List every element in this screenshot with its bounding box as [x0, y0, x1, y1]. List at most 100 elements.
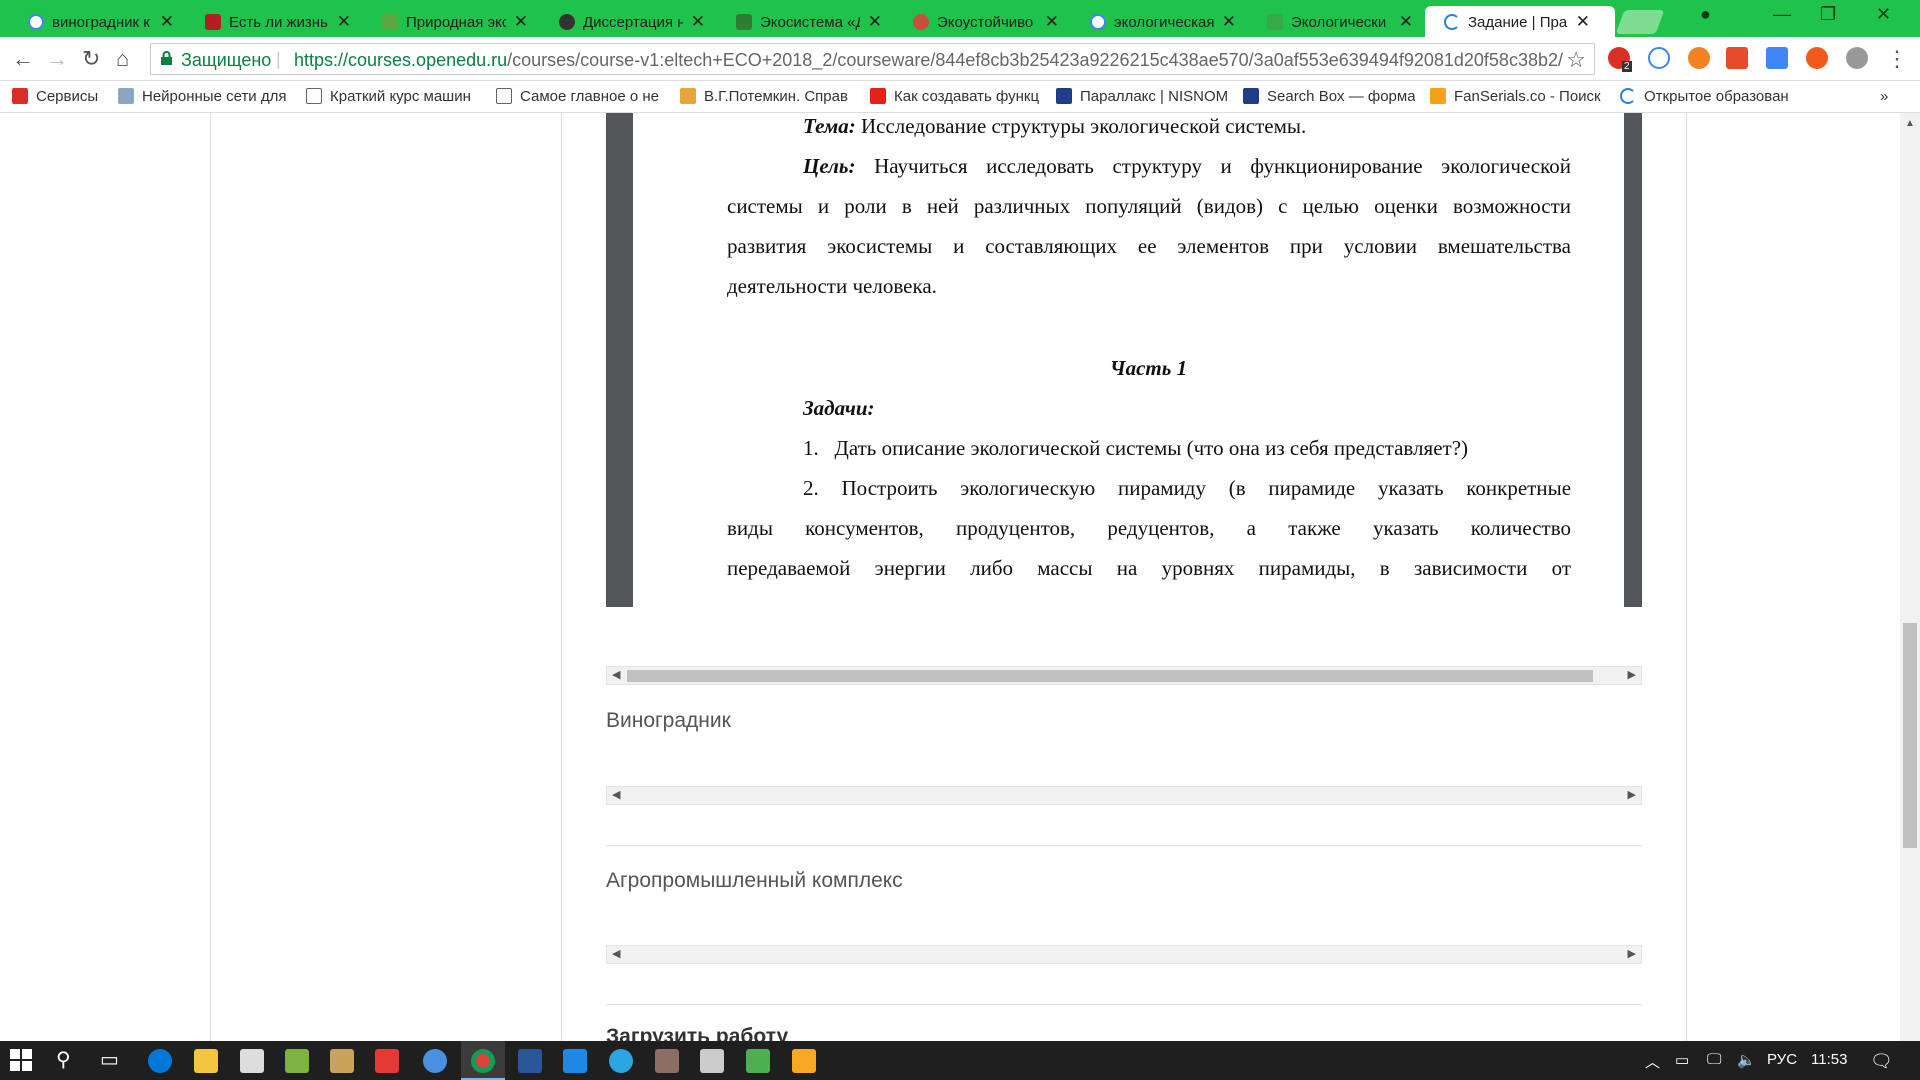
- scroll-right-arrow-icon[interactable]: ▶: [1628, 788, 1636, 801]
- language-indicator[interactable]: РУС: [1767, 1051, 1797, 1068]
- agro-horizontal-scrollbar[interactable]: ◀ ▶: [606, 945, 1642, 964]
- scroll-left-arrow-icon[interactable]: ◀: [612, 947, 620, 960]
- tab-6[interactable]: Экоустойчиво ✕: [885, 6, 1085, 37]
- office-extension-icon[interactable]: [1726, 47, 1748, 69]
- clock[interactable]: 11:53: [1811, 1051, 1847, 1068]
- menu-dots-icon[interactable]: ⋮: [1886, 46, 1908, 72]
- edge-icon[interactable]: [148, 1049, 172, 1073]
- tab-8[interactable]: Экологически ✕: [1239, 6, 1439, 37]
- new-tab-button[interactable]: [1615, 10, 1665, 34]
- bookmark-star-icon[interactable]: ☆: [1566, 47, 1586, 73]
- profile-icon[interactable]: ●: [1700, 4, 1711, 25]
- close-tab-icon[interactable]: ✕: [1222, 12, 1236, 32]
- page-vertical-scrollbar[interactable]: ▲: [1900, 113, 1920, 1041]
- url-text[interactable]: https://courses.openedu.ru/courses/cours…: [294, 50, 1563, 71]
- battery-icon[interactable]: ▭: [1675, 1051, 1689, 1069]
- scroll-right-arrow-icon[interactable]: ▶: [1628, 947, 1636, 960]
- bookmark-open-education[interactable]: Открытое образован: [1620, 88, 1798, 105]
- search-icon[interactable]: ⚲: [56, 1047, 71, 1072]
- scrollbar-thumb[interactable]: [1903, 623, 1917, 848]
- bookmark-main-about[interactable]: Самое главное о не: [496, 88, 666, 105]
- tab-2[interactable]: Есть ли жизнь ✕: [177, 6, 377, 37]
- android-icon[interactable]: [285, 1049, 309, 1073]
- scroll-left-arrow-icon[interactable]: ◀: [612, 788, 620, 801]
- close-tab-icon[interactable]: ✕: [1399, 12, 1413, 32]
- translate-extension-icon[interactable]: [1766, 47, 1788, 69]
- document-horizontal-scrollbar[interactable]: ◀ ▶: [606, 666, 1642, 685]
- windows-start-icon[interactable]: [10, 1049, 34, 1073]
- bookmark-services[interactable]: Сервисы: [12, 88, 112, 105]
- goal-line-1: Цель: Научиться исследовать структуру и …: [803, 146, 1571, 186]
- close-tab-icon[interactable]: ✕: [868, 12, 882, 32]
- network-icon[interactable]: 🖵: [1707, 1051, 1721, 1068]
- vineyard-section-title: Виноградник: [606, 709, 731, 732]
- book-icon: [1267, 14, 1283, 30]
- tab-title: Задание | Пра: [1468, 14, 1568, 31]
- calculator-icon[interactable]: [700, 1049, 724, 1073]
- tab-4[interactable]: Диссертация н ✕: [531, 6, 731, 37]
- tab-5[interactable]: Экосистема «Д ✕: [708, 6, 908, 37]
- bookmark-ml-course[interactable]: Краткий курс машин: [306, 88, 478, 105]
- extension-badge: 2: [1622, 61, 1632, 72]
- reload-icon[interactable]: ↻: [82, 46, 100, 72]
- sync-extension-icon[interactable]: [1648, 47, 1670, 69]
- section-divider: [606, 1004, 1642, 1005]
- close-tab-icon[interactable]: ✕: [1045, 12, 1059, 32]
- tab-9-active[interactable]: Задание | Пра ✕: [1416, 6, 1616, 37]
- close-tab-icon[interactable]: ✕: [160, 12, 174, 32]
- bookmark-fanserials[interactable]: FanSerials.co - Поиск: [1430, 88, 1602, 105]
- vineyard-horizontal-scrollbar[interactable]: ◀ ▶: [606, 786, 1642, 805]
- forward-arrow-icon[interactable]: →: [46, 46, 68, 72]
- page-icon: [306, 88, 322, 104]
- bookmark-neural-networks[interactable]: Нейронные сети для: [118, 88, 293, 105]
- tab-7[interactable]: экологическая ✕: [1062, 6, 1262, 37]
- task-text: Построить экологическую пирамиду (в пира…: [841, 476, 1572, 500]
- scroll-up-arrow-icon[interactable]: ▲: [1905, 118, 1915, 129]
- gear-icon: [559, 14, 575, 30]
- bookmark-search-box[interactable]: Search Box — форма: [1243, 88, 1415, 105]
- close-tab-icon[interactable]: ✕: [337, 12, 351, 32]
- minimize-icon[interactable]: —: [1773, 4, 1791, 25]
- bookmark-label: Краткий курс машин: [330, 88, 471, 105]
- tab-3[interactable]: Природная экс ✕: [354, 6, 554, 37]
- close-tab-icon[interactable]: ✕: [514, 12, 528, 32]
- notifications-icon[interactable]: 🗨: [1870, 1051, 1893, 1072]
- volume-icon[interactable]: 🔈: [1737, 1051, 1756, 1069]
- page-content: Тема: Исследование структуры экологическ…: [0, 113, 1920, 1041]
- home-icon[interactable]: ⌂: [116, 46, 129, 72]
- scrollbar-thumb[interactable]: [627, 670, 1593, 682]
- tab-title: Экосистема «Д: [760, 14, 860, 31]
- store-icon[interactable]: [240, 1049, 264, 1073]
- file-explorer-icon[interactable]: [194, 1049, 218, 1073]
- app-window-icon[interactable]: [563, 1049, 587, 1073]
- scroll-right-arrow-icon[interactable]: ▶: [1628, 668, 1636, 681]
- orange-extension-icon[interactable]: [1688, 47, 1710, 69]
- word-icon[interactable]: [518, 1049, 542, 1073]
- bookmark-youtube-functions[interactable]: Как создавать функц: [870, 88, 1042, 105]
- paint-icon[interactable]: [330, 1049, 354, 1073]
- bookmark-parallax[interactable]: Параллакс | NISNOM: [1056, 88, 1228, 105]
- rocket-icon[interactable]: [423, 1049, 447, 1073]
- address-bar[interactable]: Защищено | https://courses.openedu.ru/co…: [150, 43, 1595, 75]
- tray-chevron-icon[interactable]: ︿: [1645, 1051, 1660, 1072]
- scroll-left-arrow-icon[interactable]: ◀: [612, 668, 620, 681]
- gear-extension-icon[interactable]: [1846, 47, 1868, 69]
- colorful-app-icon[interactable]: [375, 1049, 399, 1073]
- close-tab-icon[interactable]: ✕: [1576, 12, 1590, 32]
- back-arrow-icon[interactable]: ←: [12, 46, 34, 72]
- fire-extension-icon[interactable]: [1806, 47, 1828, 69]
- restore-icon[interactable]: ❐: [1820, 4, 1836, 25]
- close-tab-icon[interactable]: ✕: [691, 12, 705, 32]
- game-icon[interactable]: [655, 1049, 679, 1073]
- document-viewer[interactable]: Тема: Исследование структуры экологическ…: [606, 113, 1642, 607]
- task-view-icon[interactable]: ▭: [100, 1047, 119, 1072]
- media-icon[interactable]: [746, 1049, 770, 1073]
- tab-1[interactable]: виноградник к ✕: [0, 6, 200, 37]
- telegram-icon[interactable]: [609, 1049, 633, 1073]
- close-window-icon[interactable]: ✕: [1876, 4, 1891, 25]
- more-bookmarks-icon[interactable]: »: [1880, 88, 1888, 105]
- clapper-icon[interactable]: [792, 1049, 816, 1073]
- chrome-icon[interactable]: [471, 1049, 495, 1073]
- bookmark-potemkin[interactable]: В.Г.Потемкин. Справ: [680, 88, 852, 105]
- separator: |: [276, 49, 281, 69]
